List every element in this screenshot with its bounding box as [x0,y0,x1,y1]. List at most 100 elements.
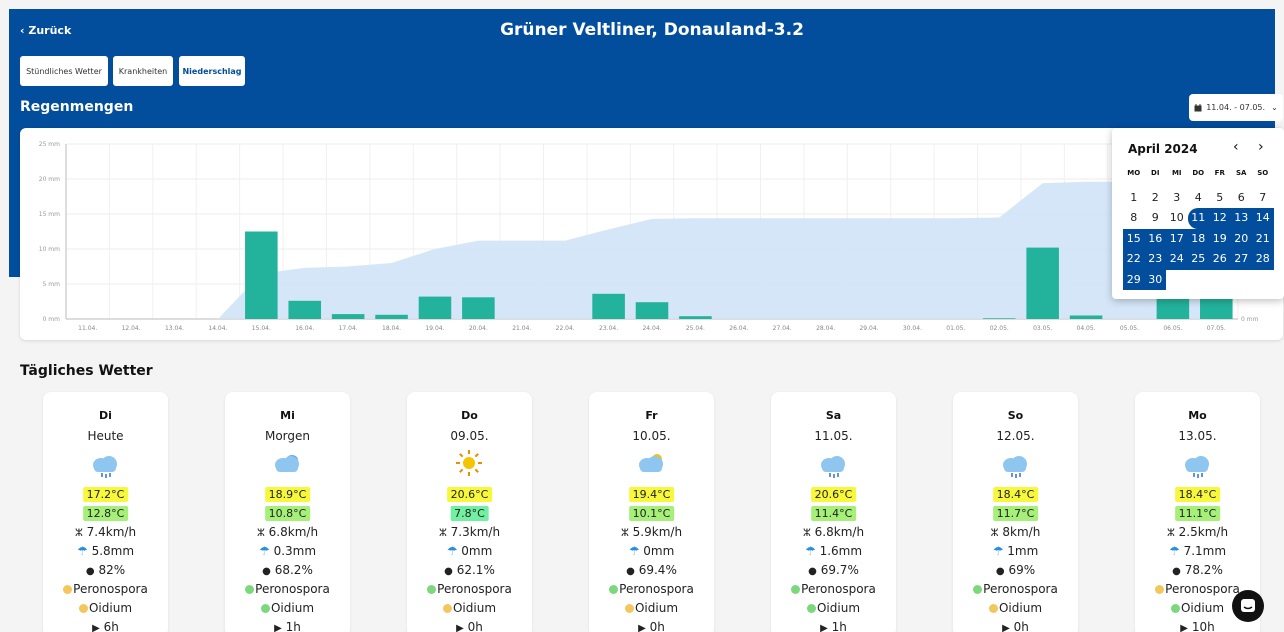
calendar-day[interactable]: 30 [1144,269,1166,290]
x-tick-label: 30.04. [903,325,922,332]
daily-weather-card: So 12.05. 18.4°C 11.7°C ⵣ 8km/h ☂ 1mm ● 69% Per… [953,392,1078,632]
daily-weather-card: Mi Morgen 18.9°C 10.8°C ⵣ 6.8km/h ☂ 0.3mm ● 68… [225,392,350,632]
calendar-day[interactable]: 22 [1123,249,1145,270]
wind-speed: ⵣ 8km/h [953,525,1078,539]
calendar-day[interactable]: 24 [1166,249,1188,270]
leaf-wetness: ▶ 1h [225,620,350,632]
wind-icon: ⵣ [74,528,83,539]
humidity: ● 69.4% [589,563,714,577]
tab-hourly-weather[interactable]: Stündliches Wetter [20,56,108,86]
calendar-day[interactable]: 7 [1252,188,1274,209]
calendar-day[interactable]: 19 [1209,228,1231,249]
rain-amount: ☂ 1mm [953,544,1078,558]
umbrella-icon: ☂ [628,544,640,558]
calendar-day[interactable]: 13 [1230,208,1252,229]
x-tick-label: 26.04. [729,325,748,332]
calendar-day[interactable]: 26 [1209,249,1231,270]
tab-precipitation[interactable]: Niederschlag [179,56,245,86]
calendar-day[interactable]: 8 [1123,208,1145,229]
calendar-day[interactable]: 29 [1123,269,1145,290]
rain-amount: ☂ 0mm [407,544,532,558]
status-dot-icon [609,585,619,594]
day-name: So [1007,409,1024,422]
humidity-value: 69.4% [638,563,677,577]
peronospora-status: Peronospora [953,582,1078,596]
umbrella-icon: ☂ [992,544,1004,558]
calendar-day[interactable]: 5 [1209,188,1231,209]
drop-icon: ● [626,566,635,577]
rain-amount: ☂ 1.6mm [771,544,896,558]
rain-amount: ☂ 0.3mm [225,544,350,558]
x-tick-label: 01.05. [946,325,965,332]
tab-diseases[interactable]: Krankheiten [113,56,173,86]
x-tick-label: 12.04. [122,325,141,332]
calendar-day[interactable]: 6 [1231,188,1253,209]
oidium-label: Oidium [816,601,861,615]
calendar-day[interactable]: 9 [1145,208,1167,229]
x-tick-label: 17.04. [339,325,358,332]
leaf-wetness-value: 0h [1013,620,1029,632]
calendar-day[interactable]: 27 [1230,249,1252,270]
calendar-day[interactable]: 14 [1252,208,1274,229]
calendar-day[interactable]: 17 [1166,228,1188,249]
wind-speed: ⵣ 2.5km/h [1135,525,1260,539]
calendar-weekday: DI [1151,169,1160,177]
day-name: Mi [280,409,295,422]
y-tick-label: 0 mm [43,316,61,323]
next-month-icon[interactable]: › [1258,139,1264,155]
cloudy-icon [275,455,299,472]
status-dot-icon [1170,604,1180,613]
chat-button[interactable] [1232,590,1264,622]
calendar-day[interactable]: 2 [1145,188,1167,209]
calendar-day[interactable]: 4 [1188,188,1210,209]
humidity-value: 62.1% [456,563,495,577]
humidity: ● 62.1% [407,563,532,577]
humidity: ● 69.7% [771,563,896,577]
calendar-day[interactable]: 1 [1123,188,1145,209]
calendar-day[interactable]: 3 [1166,188,1188,209]
calendar-day[interactable]: 21 [1252,228,1274,249]
calendar-day[interactable]: 23 [1144,249,1166,270]
calendar-day[interactable]: 20 [1230,228,1252,249]
day-date: Heute [87,429,124,443]
rain-bar [635,302,669,319]
date-range-button[interactable]: 11.04. - 07.05. ⌄ [1189,94,1283,121]
x-tick-label: 29.04. [859,325,878,332]
showers-icon [1003,456,1027,478]
humidity: ● 78.2% [1135,563,1260,577]
umbrella-icon: ☂ [446,544,458,558]
rain-amount: ☂ 5.8mm [43,544,168,558]
calendar-day[interactable]: 18 [1187,228,1209,249]
temp-min: 10.1°C [628,506,675,521]
rain-bar [982,318,1016,319]
peronospora-label: Peronospora [255,582,330,596]
daily-weather-card: Fr 10.05. 19.4°C 10.1°C ⵣ 5.9km/h ☂ 0mm ● 69.4… [589,392,714,632]
calendar-day[interactable]: 28 [1252,249,1274,270]
oidium-label: Oidium [1180,601,1225,615]
daily-weather-title: Tägliches Wetter [20,363,153,379]
flag-icon: ▶ [92,623,100,632]
leaf-wetness: ▶ 0h [589,620,714,632]
rain-value: 0.3mm [273,544,317,558]
day-date: 13.05. [1178,429,1217,443]
calendar-day[interactable]: 12 [1209,208,1231,229]
calendar-weekday: MO [1127,169,1141,177]
calendar-day[interactable]: 10 [1166,208,1188,229]
rain-bar [1200,298,1233,319]
calendar-day[interactable]: 11 [1187,208,1209,229]
sun-icon [456,450,482,476]
calendar-grid: MO DI MI DO FR SA SO 1 2 3 4 5 6 7 8 9 10 11 12 13 14 15 16 17 1… [1123,167,1274,290]
prev-month-icon[interactable]: ‹ [1233,139,1239,155]
rain-bar [245,231,278,319]
temp-max: 20.6°C [810,487,857,502]
day-name: Di [99,409,112,422]
calendar-day[interactable]: 16 [1144,228,1166,249]
day-name: Mo [1188,409,1207,422]
calendar-day[interactable]: 25 [1187,249,1209,270]
date-picker-calendar[interactable]: April 2024 ‹ › MO DI MI DO FR SA SO 1 2 3 4 5 6 7 8 9 10… [1112,128,1284,299]
flag-icon: ▶ [1180,623,1188,632]
status-dot-icon [442,604,452,613]
calendar-icon [1194,103,1202,111]
calendar-day[interactable]: 15 [1123,228,1145,249]
rain-bar [1069,315,1103,319]
